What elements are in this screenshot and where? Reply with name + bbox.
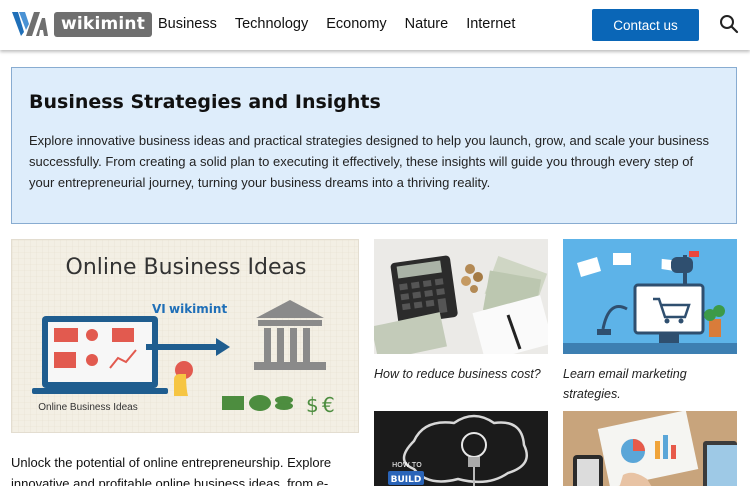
article-card-build[interactable]: HOW TO BUILD (374, 411, 548, 486)
featured-excerpt[interactable]: Unlock the potential of online entrepren… (11, 452, 359, 486)
email-marketing-illustration (563, 239, 737, 354)
nav-economy[interactable]: Economy (326, 16, 386, 32)
svg-text:€: € (322, 393, 335, 417)
intro-box: Business Strategies and Insights Explore… (11, 67, 737, 224)
featured-image-title: Online Business Ideas (66, 255, 307, 280)
card-image[interactable] (563, 239, 737, 354)
featured-image-logo: wikimint (169, 302, 227, 316)
svg-text:VI: VI (152, 302, 166, 316)
card-caption[interactable]: How to reduce business cost? (374, 364, 548, 384)
intro-text: Explore innovative business ideas and pr… (29, 133, 710, 190)
nav-business[interactable]: Business (158, 16, 217, 32)
site-logo[interactable]: wikimint (12, 10, 153, 38)
overlay-build: BUILD (391, 475, 422, 485)
contact-button[interactable]: Contact us (592, 9, 699, 41)
card-image[interactable]: HOW TO BUILD (374, 411, 548, 486)
article-card-analytics[interactable] (563, 411, 737, 486)
featured-image-caption: Online Business Ideas (38, 402, 138, 413)
article-card-reduce-cost[interactable]: How to reduce business cost? (374, 239, 548, 384)
card-image[interactable] (374, 239, 548, 354)
article-card-email-marketing[interactable]: Learn email marketing strategies. (563, 239, 737, 404)
nav-internet[interactable]: Internet (466, 16, 515, 32)
nav-nature[interactable]: Nature (405, 16, 449, 32)
main-nav: Business Technology Economy Nature Inter… (158, 16, 533, 32)
business-analytics-photo (563, 411, 737, 486)
overlay-how-to: HOW TO (392, 461, 422, 469)
page-title: Business Strategies and Insights (29, 91, 381, 113)
chalkboard-lightbulb-photo: HOW TO BUILD (374, 411, 548, 486)
featured-article-image[interactable]: Online Business Ideas VI wikimint Online… (11, 239, 359, 433)
logo-wordmark: wikimint (54, 11, 153, 37)
search-icon[interactable] (719, 14, 739, 34)
calculator-money-photo (374, 239, 548, 354)
svg-text:$: $ (306, 393, 319, 417)
wikimint-logo-icon (12, 12, 48, 36)
nav-technology[interactable]: Technology (235, 16, 308, 32)
card-caption[interactable]: Learn email marketing strategies. (563, 364, 737, 404)
card-image[interactable] (563, 411, 737, 486)
featured-illustration: Online Business Ideas VI wikimint Online… (12, 240, 358, 432)
site-header: wikimint Business Technology Economy Nat… (0, 0, 750, 50)
